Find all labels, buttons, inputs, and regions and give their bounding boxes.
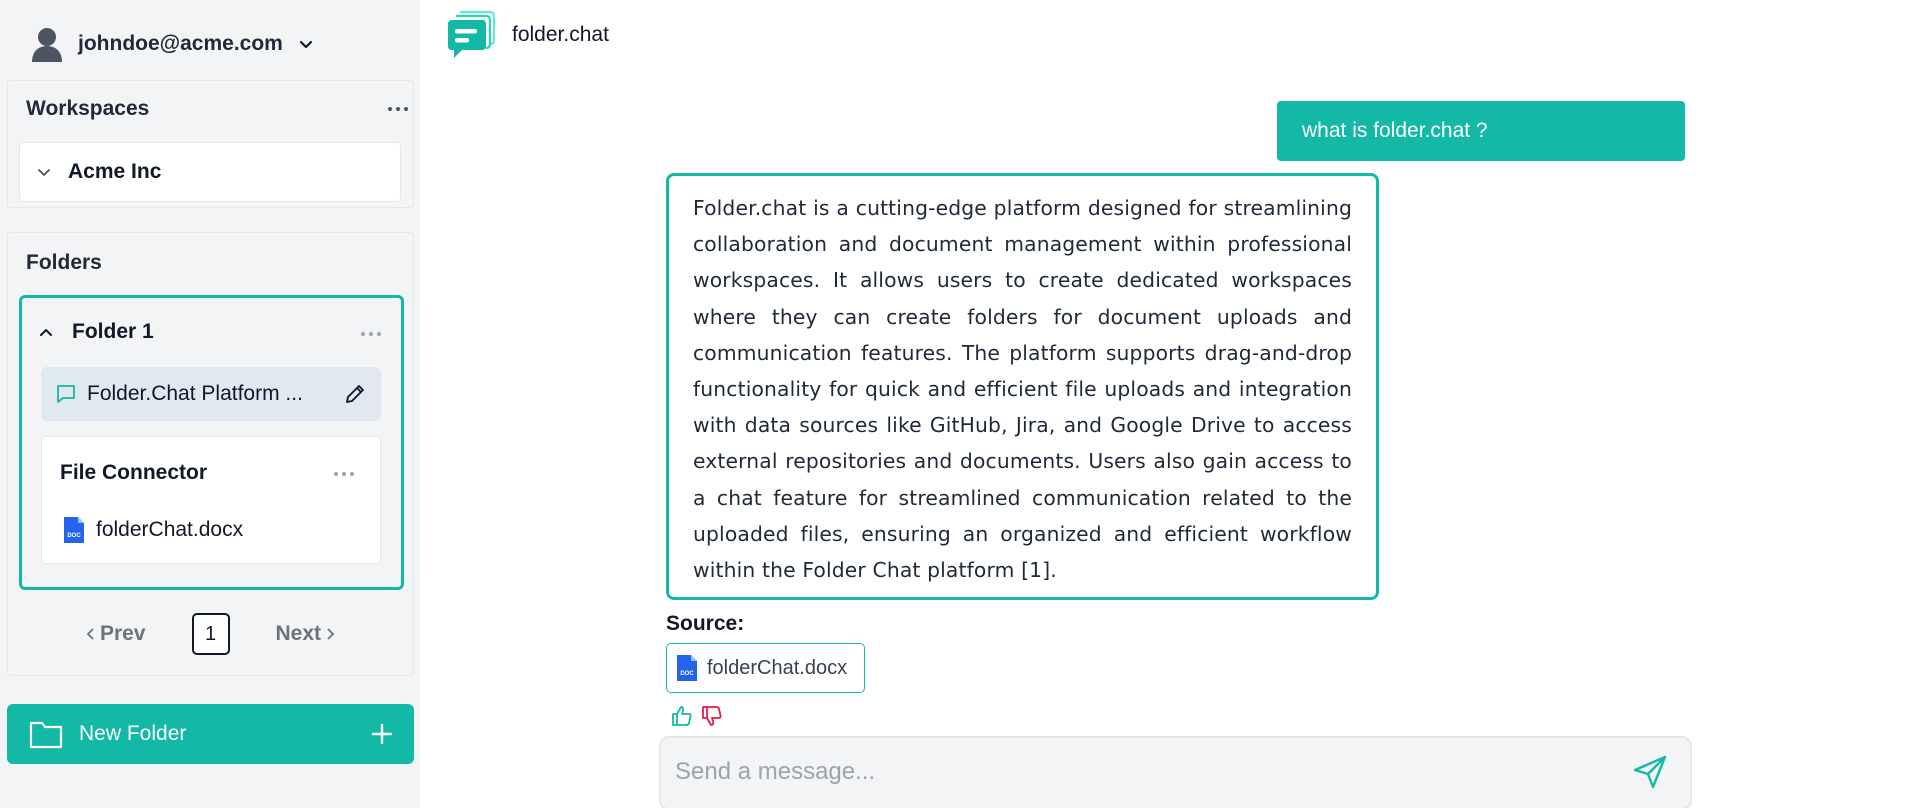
user-message: what is folder.chat ? [1277,101,1685,161]
folder-header[interactable]: Folder 1 [38,320,154,344]
source-file-chip[interactable]: DOC folderChat.docx [666,643,865,693]
thumbs-up-icon[interactable] [670,704,694,733]
workspace-item[interactable]: Acme Inc [19,142,401,202]
workspaces-more-icon[interactable] [388,107,408,111]
user-email: johndoe@acme.com [78,32,283,55]
file-connector-more-icon[interactable] [334,472,354,476]
chat-item[interactable]: Folder.Chat Platform ... [41,367,381,421]
chevron-up-icon [40,329,52,336]
folders-panel: Folders Folder 1 Folder.Chat Platform ..… [7,232,414,676]
source-file-name: folderChat.docx [707,656,848,679]
svg-text:DOC: DOC [67,533,81,539]
edit-pencil-icon[interactable] [343,382,367,406]
chevron-down-icon [299,40,312,49]
file-connector-card: File Connector DOC folderChat.docx [41,436,381,564]
prev-page-button[interactable]: Prev [86,622,146,646]
user-avatar-icon [30,26,64,62]
page-number-button[interactable]: 1 [191,613,230,655]
docx-file-icon: DOC [64,517,84,543]
source-label: Source: [666,612,745,635]
chevron-down-icon [38,169,50,176]
send-icon[interactable] [1632,754,1668,795]
chevron-left-icon [86,628,94,640]
app-name: folder.chat [512,23,609,46]
workspaces-panel: Workspaces Acme Inc [7,80,414,208]
message-composer [659,736,1692,808]
file-item[interactable]: DOC folderChat.docx [62,515,243,545]
new-folder-button[interactable]: New Folder [7,704,414,764]
assistant-message-text: Folder.chat is a cutting-edge platform d… [693,196,1352,583]
pagination: Prev 1 Next [8,613,413,655]
docx-file-icon: DOC [677,655,697,681]
svg-text:DOC: DOC [680,671,694,677]
assistant-message: Folder.chat is a cutting-edge platform d… [666,173,1379,600]
file-item-name: folderChat.docx [96,518,244,541]
next-page-label: Next [275,622,322,645]
folder-icon [29,721,63,749]
folder-chat-logo-icon [448,10,496,58]
folders-title: Folders [26,251,102,274]
prev-page-label: Prev [99,622,146,645]
user-menu[interactable]: johndoe@acme.com [30,24,315,64]
file-connector-title: File Connector [60,461,208,484]
chat-item-label: Folder.Chat Platform ... [87,382,303,405]
workspace-item-label: Acme Inc [68,160,162,183]
message-input[interactable] [675,752,1615,792]
thumbs-down-icon[interactable] [700,704,724,733]
folder-name: Folder 1 [72,320,154,343]
chat-bubble-icon [57,385,75,403]
feedback-controls [670,704,724,733]
workspaces-title: Workspaces [26,97,150,120]
new-folder-label: New Folder [79,722,187,745]
app-brand: folder.chat [446,10,609,60]
folder-card: Folder 1 Folder.Chat Platform ... File C… [19,295,404,590]
chevron-right-icon [327,628,335,640]
sidebar: johndoe@acme.com Workspaces Acme Inc Fol… [0,0,420,808]
next-page-button[interactable]: Next [276,622,336,646]
folder-more-icon[interactable] [361,332,381,336]
plus-icon [371,723,393,745]
